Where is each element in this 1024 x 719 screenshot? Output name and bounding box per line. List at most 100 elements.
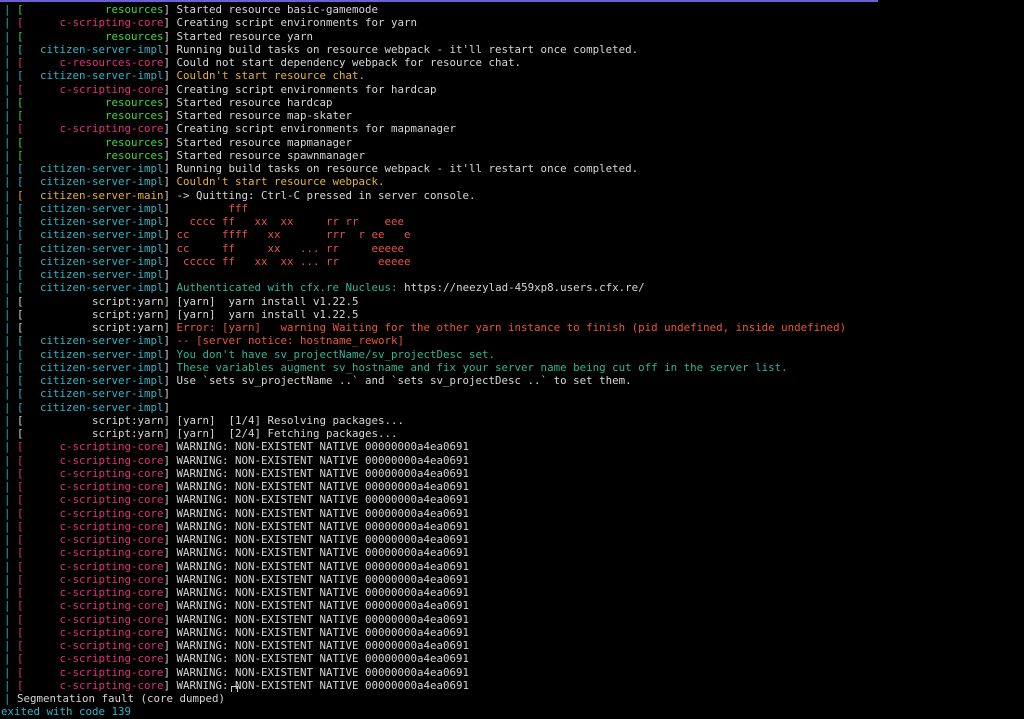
- bracket-close: ]: [163, 599, 177, 613]
- terminal-log[interactable]: | [resources] Started resource basic-gam…: [1, 3, 1024, 719]
- bracket-close: ]: [163, 321, 177, 334]
- log-message: WARNING: NON-EXISTENT NATIVE 00000000a4e…: [176, 559, 470, 573]
- log-line: | [script:yarn] [yarn] yarn install v1.2…: [4, 308, 1024, 321]
- bracket-close: ]: [163, 519, 177, 533]
- bracket-close: ]: [163, 625, 177, 639]
- bracket-close: ]: [163, 294, 177, 308]
- gutter-bar: |: [4, 16, 18, 30]
- log-message: You don't have sv_projectName/sv_project…: [176, 347, 496, 361]
- log-line: | [c-scripting-core] Creating script env…: [4, 16, 1024, 29]
- bracket-close: ]: [163, 453, 177, 467]
- bracket-close: ]: [163, 56, 177, 69]
- gutter-bar: |: [4, 440, 18, 454]
- log-source: c-scripting-core: [59, 453, 164, 467]
- log-line: | [c-scripting-core] WARNING: NON-EXISTE…: [4, 573, 1024, 586]
- log-line: | [c-scripting-core] WARNING: NON-EXISTE…: [4, 666, 1024, 679]
- bracket-close: ]: [163, 572, 177, 586]
- log-line: | [script:yarn] [yarn] [1/4] Resolving p…: [4, 414, 1024, 427]
- log-line: | [c-scripting-core] Creating script env…: [4, 122, 1024, 135]
- log-message: WARNING: NON-EXISTENT NATIVE 00000000a4e…: [176, 506, 470, 520]
- bracket-close: ]: [163, 347, 177, 361]
- log-source: citizen-server-impl: [40, 241, 164, 255]
- log-line: | [c-scripting-core] WARNING: NON-EXISTE…: [4, 546, 1024, 559]
- log-message: Creating script environments for mapmana…: [176, 122, 457, 136]
- bracket-close: ]: [163, 493, 177, 507]
- bracket-close: ]: [163, 228, 177, 242]
- gutter-bar: |: [4, 387, 18, 401]
- log-line: | [resources] Started resource spawnmana…: [4, 149, 1024, 162]
- log-source: citizen-server-impl: [40, 400, 164, 414]
- gutter-bar: |: [4, 148, 18, 162]
- log-line: | [resources] Started resource mapmanage…: [4, 136, 1024, 149]
- log-line: | [citizen-server-impl]: [4, 268, 1024, 281]
- gutter-bar: |: [4, 506, 18, 520]
- bracket-close: ]: [163, 639, 177, 652]
- log-source: c-scripting-core: [59, 122, 164, 136]
- log-line: | [script:yarn] [yarn] yarn install v1.2…: [4, 295, 1024, 308]
- log-source: citizen-server-impl: [40, 281, 164, 295]
- log-line: | [citizen-server-impl] These variables …: [4, 361, 1024, 374]
- gutter-bar: |: [4, 400, 18, 414]
- gutter-bar: |: [4, 639, 18, 652]
- log-source: c-scripting-core: [59, 665, 164, 679]
- log-line: | [script:yarn] [yarn] [2/4] Fetching pa…: [4, 427, 1024, 440]
- bracket-close: ]: [163, 440, 177, 454]
- bracket-close: ]: [163, 281, 177, 295]
- log-source: c-scripting-core: [59, 493, 164, 507]
- bracket-close: ]: [163, 665, 177, 679]
- exit-code-text: exited with code 139: [1, 705, 132, 719]
- bracket-close: ]: [163, 374, 177, 387]
- bracket-close: ]: [163, 69, 177, 83]
- log-message: These variables augment sv_hostname and …: [176, 360, 788, 374]
- log-line: | [c-resources-core] Could not start dep…: [4, 56, 1024, 69]
- log-source: c-scripting-core: [59, 599, 164, 613]
- log-source: citizen-server-impl: [40, 42, 164, 56]
- log-source: citizen-server-impl: [40, 254, 164, 268]
- log-source: citizen-server-impl: [40, 201, 164, 215]
- bracket-close: ]: [163, 95, 177, 109]
- log-source: citizen-server-impl: [40, 347, 164, 361]
- log-message: WARNING: NON-EXISTENT NATIVE 00000000a4e…: [176, 625, 470, 639]
- log-line: | [citizen-server-impl] cccc ff xx xx rr…: [4, 215, 1024, 228]
- log-message: Creating script environments for yarn: [176, 16, 418, 30]
- gutter-bar: |: [4, 254, 18, 268]
- gutter-bar: |: [4, 69, 18, 83]
- log-source: c-scripting-core: [59, 546, 164, 560]
- log-message: Couldn't start resource webpack.: [176, 175, 385, 189]
- log-source: c-scripting-core: [59, 625, 164, 639]
- bracket-close: ]: [163, 42, 177, 56]
- log-line: | [c-scripting-core] WARNING: NON-EXISTE…: [4, 467, 1024, 480]
- log-source: citizen-server-impl: [40, 228, 164, 242]
- gutter-bar: |: [4, 678, 18, 692]
- log-message: Started resource hardcap: [176, 95, 333, 109]
- bracket-close: ]: [163, 360, 177, 374]
- log-line: | [citizen-server-impl]: [4, 387, 1024, 400]
- gutter-bar: |: [4, 281, 18, 295]
- log-line: | [citizen-server-impl] Use `sets sv_pro…: [4, 374, 1024, 387]
- bracket-close: ]: [163, 268, 177, 281]
- log-source: citizen-server-impl: [40, 360, 164, 374]
- gutter-bar: |: [4, 453, 18, 467]
- terminal-cursor: [231, 686, 238, 692]
- log-message: Started resource mapmanager: [176, 135, 353, 149]
- gutter-bar: |: [4, 572, 18, 586]
- bracket-close: ]: [163, 427, 177, 440]
- log-message: WARNING: NON-EXISTENT NATIVE 00000000a4e…: [176, 453, 470, 467]
- bracket-close: ]: [163, 533, 177, 546]
- log-line: | [c-scripting-core] WARNING: NON-EXISTE…: [4, 679, 1024, 692]
- bracket-close: ]: [163, 201, 177, 215]
- bracket-close: ]: [163, 254, 177, 268]
- bracket-close: ]: [163, 387, 177, 401]
- log-message: Started resource yarn: [176, 29, 314, 43]
- log-line: | [c-scripting-core] WARNING: NON-EXISTE…: [4, 626, 1024, 639]
- log-line: | [citizen-server-impl] Couldn't start r…: [4, 69, 1024, 82]
- log-message: Authenticated with cfx.re Nucleus:: [176, 281, 405, 295]
- log-line: | [citizen-server-impl] cc ffff xx rrr r…: [4, 228, 1024, 241]
- log-source: resources: [105, 148, 164, 162]
- log-message: Couldn't start resource chat.: [176, 69, 366, 83]
- gutter-bar: |: [4, 533, 18, 546]
- log-source: c-scripting-core: [59, 652, 164, 666]
- log-line: | [citizen-server-main] -> Quitting: Ctr…: [4, 189, 1024, 202]
- log-message: Could not start dependency webpack for r…: [176, 56, 522, 69]
- log-line: | [citizen-server-impl] cc ff xx ... rr …: [4, 242, 1024, 255]
